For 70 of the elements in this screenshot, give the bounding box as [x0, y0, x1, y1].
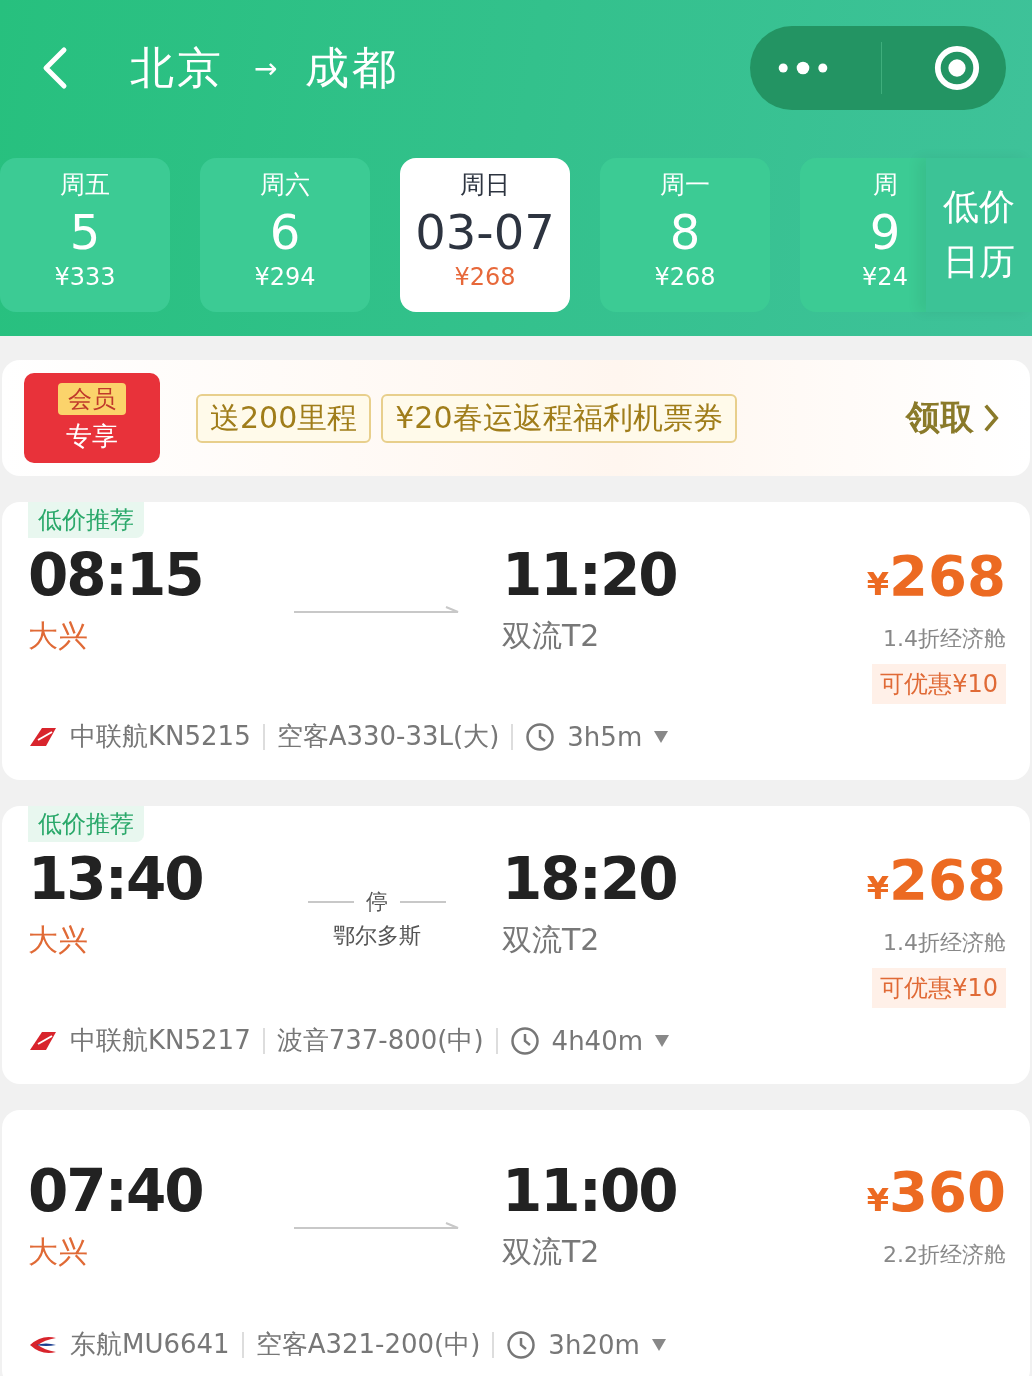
departure-airport: 大兴 [28, 1233, 89, 1271]
aircraft-type: 空客A321-200(中) [255, 1328, 481, 1361]
arrival-time: 18:20 [502, 844, 678, 914]
dropdown-caret-icon[interactable] [655, 1034, 670, 1047]
date-label: 03-07 [415, 203, 555, 262]
origin-city: 北京 [130, 40, 224, 95]
arrival-airport: 双流T2 [502, 1233, 601, 1271]
arrival-time: 11:00 [502, 1156, 678, 1226]
coupon-tag: 送200里程 [196, 393, 372, 443]
flight-card[interactable]: 低价推荐 13:40 大兴 停 鄂尔多斯 18:20 双流T2 ¥268 1.4折经济舱 可优惠¥10 中联航KN5217 波音737-800(中) 4h40m [2, 806, 1030, 1084]
date-label: 8 [669, 203, 701, 262]
price-label: ¥294 [254, 263, 316, 291]
flight-duration: 3h5m [567, 721, 643, 752]
stop-label: 停 [366, 888, 388, 916]
recommend-tag: 低价推荐 [28, 502, 144, 538]
chevron-right-icon [982, 403, 1000, 433]
price-label: ¥268 [654, 263, 716, 291]
date-label: 9 [869, 203, 901, 262]
flight-number: 中联航KN5217 [70, 1024, 251, 1057]
coupon-tag: ¥20春运返程福利机票券 [381, 393, 737, 443]
flight-duration: 3h20m [548, 1329, 640, 1360]
dropdown-caret-icon[interactable] [651, 1338, 666, 1351]
cabin-class: 1.4折经济舱 [883, 625, 1006, 653]
departure-time: 08:15 [28, 540, 204, 610]
date-tab[interactable]: 周日 03-07 ¥268 [400, 158, 570, 312]
departure-time: 07:40 [28, 1156, 204, 1226]
route-arrow: → [254, 51, 278, 85]
weekday-label: 周 [872, 169, 898, 201]
clock-icon [525, 721, 556, 752]
airline-logo-icon [28, 725, 58, 748]
cabin-class: 1.4折经济舱 [883, 929, 1006, 957]
airline-logo-icon [28, 1029, 58, 1052]
arrival-airport: 双流T2 [502, 921, 601, 959]
weekday-label: 周一 [660, 169, 710, 201]
weekday-label: 周日 [460, 169, 510, 201]
weekday-label: 周五 [60, 169, 110, 201]
member-badge: 会员 专享 [24, 373, 160, 463]
clock-icon [506, 1329, 537, 1360]
price-label: ¥24 [862, 263, 908, 291]
price-label: ¥268 [454, 263, 516, 291]
claim-button[interactable]: 领取 [906, 395, 1000, 441]
clock-icon [509, 1025, 540, 1056]
weekday-label: 周六 [260, 169, 310, 201]
date-label: 6 [269, 203, 301, 262]
destination-city: 成都 [305, 40, 400, 95]
flight-number: 中联航KN5215 [70, 720, 251, 753]
discount-badge: 可优惠¥10 [872, 664, 1006, 704]
flight-duration: 4h40m [551, 1025, 644, 1056]
date-label: 5 [69, 203, 101, 262]
recommend-tag: 低价推荐 [28, 806, 144, 842]
flight-price: ¥268 [866, 542, 1006, 610]
departure-airport: 大兴 [28, 617, 89, 655]
low-price-calendar-button[interactable]: 低价 日历 [926, 158, 1032, 312]
aircraft-type: 空客A330-33L(大) [276, 720, 500, 753]
arrival-airport: 双流T2 [502, 617, 601, 655]
arrival-time: 11:20 [502, 540, 678, 610]
price-label: ¥333 [54, 263, 116, 291]
departure-airport: 大兴 [28, 921, 89, 959]
stop-city: 鄂尔多斯 [333, 922, 421, 950]
close-icon[interactable] [932, 44, 981, 92]
discount-badge: 可优惠¥10 [872, 968, 1006, 1008]
dropdown-caret-icon[interactable] [654, 730, 669, 743]
cabin-class: 2.2折经济舱 [883, 1241, 1006, 1269]
departure-time: 13:40 [28, 844, 204, 914]
flight-card[interactable]: 07:40 大兴 11:00 双流T2 ¥360 2.2折经济舱 东航MU6641 空客A321-200(中) 3h20m [2, 1110, 1030, 1376]
flight-number: 东航MU6641 [70, 1328, 230, 1361]
aircraft-type: 波音737-800(中) [276, 1024, 484, 1057]
flight-price: ¥268 [866, 846, 1006, 914]
flight-card[interactable]: 低价推荐 08:15 大兴 11:20 双流T2 ¥268 1.4折经济舱 可优惠¥10 中联航KN5215 空客A330-33L(大) 3h5m [2, 502, 1030, 780]
flight-price: ¥360 [866, 1158, 1006, 1226]
